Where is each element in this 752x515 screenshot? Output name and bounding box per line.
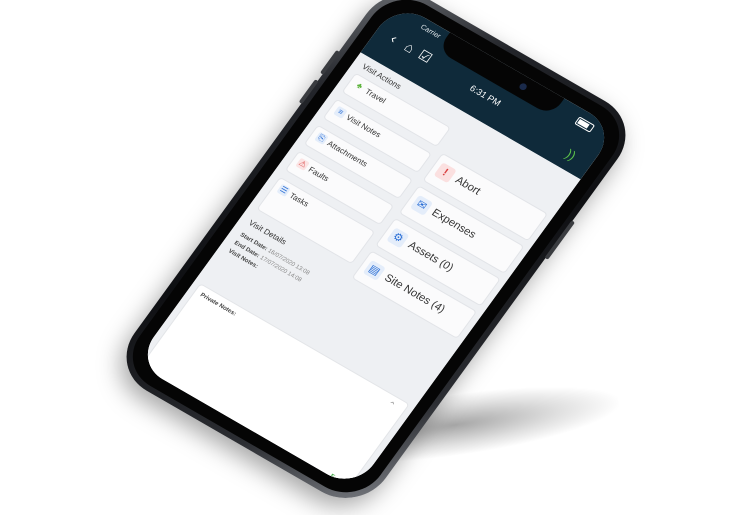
faults-label: Faults <box>306 165 331 184</box>
tasks-label: Tasks <box>287 191 311 209</box>
abort-icon: ! <box>433 162 457 184</box>
signal-icon: )) <box>562 146 580 164</box>
assets-icon: ⚙ <box>386 227 410 249</box>
expand-arrows-icon[interactable]: ⤡ <box>325 471 342 488</box>
expenses-icon: ✉ <box>409 194 434 216</box>
site-notes-icon: ▤ <box>362 259 386 281</box>
carrier-label: Carrier <box>418 23 442 41</box>
expenses-label: Expenses <box>429 206 479 241</box>
camera-dot <box>517 82 529 92</box>
visit-notes-label: Visit Notes <box>344 113 383 140</box>
private-notes-label: Private Notes: <box>198 292 238 318</box>
battery-icon <box>574 116 596 133</box>
abort-label: Abort <box>452 174 483 198</box>
chevron-up-icon[interactable]: ⌃ <box>384 399 397 412</box>
travel-label: Travel <box>363 86 388 106</box>
attachments-label: Attachments <box>325 139 370 169</box>
assets-label: Assets (0) <box>405 239 456 274</box>
